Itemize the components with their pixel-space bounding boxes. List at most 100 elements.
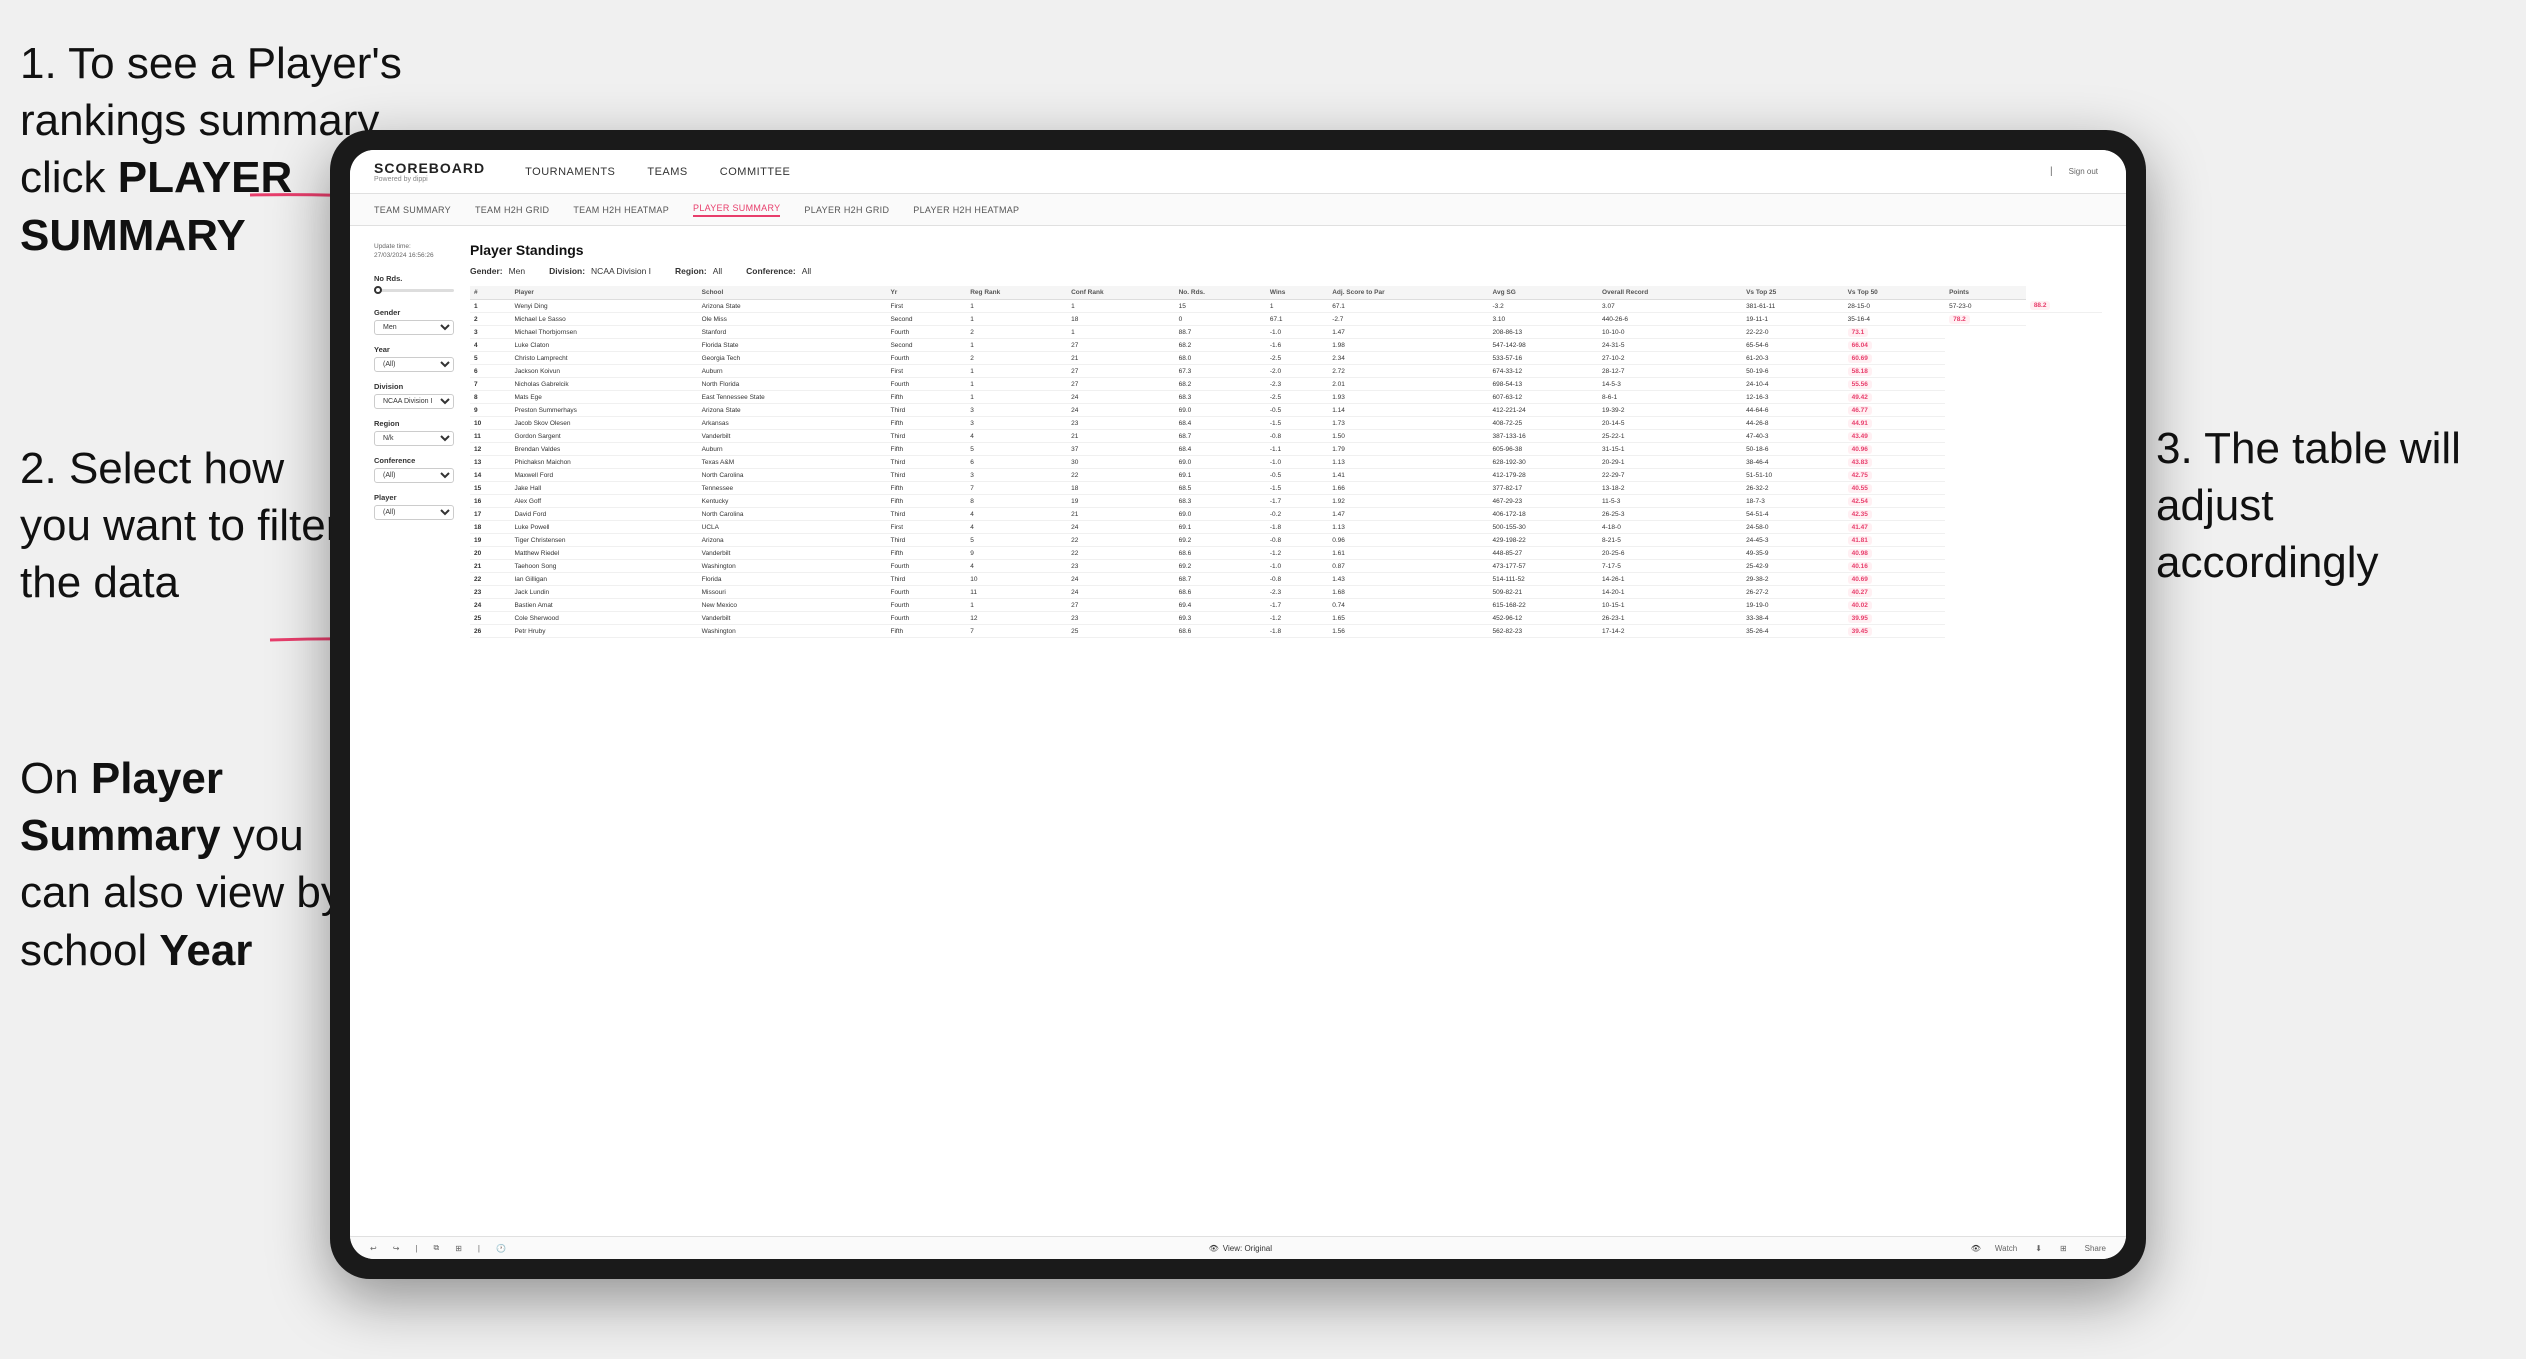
cell-data: 0 [1175, 313, 1266, 326]
cell-data: -1.7 [1266, 495, 1328, 508]
cell-data: Third [886, 456, 966, 469]
sign-out-button[interactable]: Sign out [2065, 165, 2102, 178]
cell-data: 69.0 [1175, 456, 1266, 469]
cell-data: 88.7 [1175, 326, 1266, 339]
region-filter-display: Region: All [675, 266, 722, 276]
undo-button[interactable]: ↩ [366, 1242, 381, 1255]
cell-data: 69.2 [1175, 560, 1266, 573]
cell-rank: 9 [470, 404, 510, 417]
cell-data: 10-15-1 [1598, 599, 1742, 612]
sub-nav-team-h2h-heatmap[interactable]: TEAM H2H HEATMAP [573, 205, 669, 215]
cell-data: Texas A&M [698, 456, 887, 469]
filter-gender-select[interactable]: Men [374, 320, 454, 335]
sub-nav-team-summary[interactable]: TEAM SUMMARY [374, 205, 451, 215]
cell-data: 514-111-52 [1489, 573, 1599, 586]
filter-year-select[interactable]: (All) [374, 357, 454, 372]
cell-data: Vanderbilt [698, 430, 887, 443]
sub-nav-player-summary[interactable]: PLAYER SUMMARY [693, 203, 780, 217]
cell-data: -2.3 [1266, 586, 1328, 599]
download-button[interactable]: ⬇ [2031, 1242, 2046, 1255]
instruction-bottom: On Player Summary you can also view by s… [20, 750, 380, 979]
header-right: | Sign out [2050, 165, 2102, 178]
region-display-label: Region: [675, 266, 707, 276]
col-wins: Wins [1266, 286, 1328, 300]
cell-rank: 24 [470, 599, 510, 612]
cell-data: -2.5 [1266, 352, 1328, 365]
share-button[interactable]: Share [2081, 1242, 2110, 1255]
instruction-step3: 3. The table will adjust accordingly [2156, 420, 2496, 592]
cell-data: 26-25-3 [1598, 508, 1742, 521]
cell-data: 21 [1067, 508, 1175, 521]
cell-data: 18 [1067, 313, 1175, 326]
cell-data: Tiger Christensen [510, 534, 697, 547]
cell-data: Jacob Skov Olesen [510, 417, 697, 430]
cell-data: 1 [966, 300, 1067, 313]
paste-button[interactable]: ⊞ [451, 1242, 466, 1255]
cell-data: 547-142-98 [1489, 339, 1599, 352]
table-row: 4Luke ClatonFlorida StateSecond12768.2-1… [470, 339, 2102, 352]
cell-data: 452-96-12 [1489, 612, 1599, 625]
cell-points: 43.49 [1844, 430, 1946, 443]
cell-data: 533-57-16 [1489, 352, 1599, 365]
filter-gender: Gender Men [374, 308, 454, 335]
slider-track[interactable] [374, 289, 454, 292]
cell-data: 2.34 [1328, 352, 1488, 365]
filter-conference: Conference (All) [374, 456, 454, 483]
cell-data: Christo Lamprecht [510, 352, 697, 365]
redo-button[interactable]: ↪ [389, 1242, 404, 1255]
grid-button[interactable]: ⊞ [2056, 1242, 2071, 1255]
table-row: 14Maxwell FordNorth CarolinaThird32269.1… [470, 469, 2102, 482]
table-row: 9Preston SummerhaysArizona StateThird324… [470, 404, 2102, 417]
cell-data: 25-42-9 [1742, 560, 1844, 573]
cell-points: 40.02 [1844, 599, 1946, 612]
cell-data: 1.43 [1328, 573, 1488, 586]
nav-committee[interactable]: COMMITTEE [720, 162, 791, 182]
cell-data: 18-7-3 [1742, 495, 1844, 508]
cell-data: 22-22-0 [1742, 326, 1844, 339]
cell-data: Washington [698, 625, 887, 638]
table-row: 17David FordNorth CarolinaThird42169.0-0… [470, 508, 2102, 521]
bottom-toolbar: ↩ ↪ | ⧉ ⊞ | 🕐 👁 View: Original 👁 Watch ⬇… [350, 1236, 2126, 1259]
cell-data: 68.5 [1175, 482, 1266, 495]
cell-data: 69.0 [1175, 404, 1266, 417]
cell-data: 24 [1067, 586, 1175, 599]
cell-data: Luke Claton [510, 339, 697, 352]
sub-nav-team-h2h-grid[interactable]: TEAM H2H GRID [475, 205, 549, 215]
cell-data: Fifth [886, 443, 966, 456]
cell-data: -3.2 [1489, 300, 1599, 313]
cell-data: 27 [1067, 599, 1175, 612]
instruction-step2: 2. Select how you want to filter the dat… [20, 440, 360, 612]
cell-points: 60.69 [1844, 352, 1946, 365]
cell-data: 11-5-3 [1598, 495, 1742, 508]
filter-player-select[interactable]: (All) [374, 505, 454, 520]
col-adj-score: Adj. Score to Par [1328, 286, 1488, 300]
cell-data: 19-11-1 [1742, 313, 1844, 326]
slider-thumb[interactable] [374, 286, 382, 294]
table-row: 15Jake HallTennesseeFifth71868.5-1.51.66… [470, 482, 2102, 495]
cell-data: 11 [966, 586, 1067, 599]
eye-icon: 👁 [1209, 1244, 1219, 1253]
cell-data: 1.66 [1328, 482, 1488, 495]
copy-button[interactable]: ⧉ [429, 1241, 443, 1255]
watch-icon: 👁 [1971, 1244, 1981, 1253]
update-time: Update time: 27/03/2024 16:56:26 [374, 242, 454, 260]
cell-data: Fourth [886, 586, 966, 599]
cell-data: 29-38-2 [1742, 573, 1844, 586]
cell-data: -1.0 [1266, 326, 1328, 339]
cell-data: David Ford [510, 508, 697, 521]
filter-conference-select[interactable]: (All) [374, 468, 454, 483]
sub-nav-player-h2h-heatmap[interactable]: PLAYER H2H HEATMAP [913, 205, 1019, 215]
cell-points: 40.98 [1844, 547, 1946, 560]
nav-tournaments[interactable]: TOURNAMENTS [525, 162, 615, 182]
cell-data: 22 [1067, 547, 1175, 560]
sub-nav-player-h2h-grid[interactable]: PLAYER H2H GRID [804, 205, 889, 215]
nav-teams[interactable]: TEAMS [647, 162, 687, 182]
cell-data: 68.3 [1175, 391, 1266, 404]
cell-rank: 21 [470, 560, 510, 573]
filter-division-select[interactable]: NCAA Division I [374, 394, 454, 409]
watch-button[interactable]: Watch [1991, 1242, 2021, 1255]
cell-data: 4 [966, 508, 1067, 521]
cell-rank: 16 [470, 495, 510, 508]
filter-region-select[interactable]: N/k [374, 431, 454, 446]
cell-data: 50-18-6 [1742, 443, 1844, 456]
